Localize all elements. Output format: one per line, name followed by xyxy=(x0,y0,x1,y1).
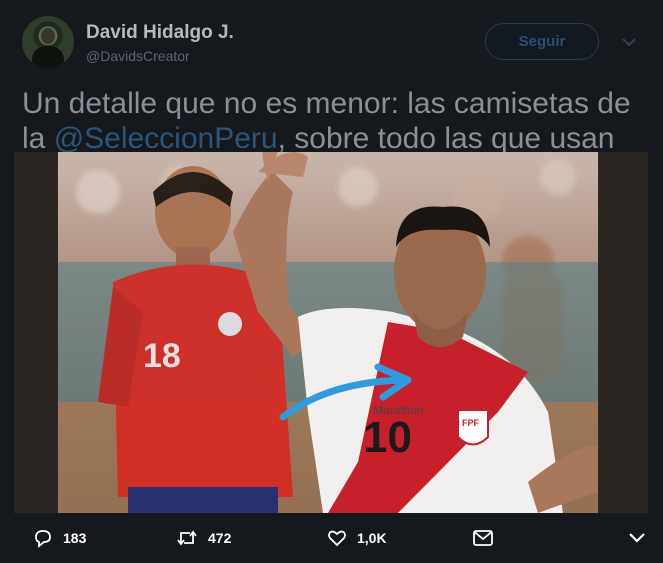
author-handle[interactable]: @DavidsCreator xyxy=(86,48,190,64)
mention-link[interactable]: @SeleccionPeru xyxy=(54,122,278,155)
tweet-header: David Hidalgo J. @DavidsCreator Seguir xyxy=(0,0,663,90)
tweet-text-line1: Un detalle que no es menor: las camiseta… xyxy=(22,87,631,120)
peru-jersey-number: 10 xyxy=(363,413,412,462)
more-button[interactable] xyxy=(627,513,647,563)
avatar[interactable] xyxy=(22,16,74,68)
chevron-down-icon xyxy=(629,533,645,543)
retweet-icon xyxy=(177,530,197,546)
reply-icon xyxy=(35,530,51,548)
tweet-actions: 183 472 1,0K xyxy=(0,513,663,563)
like-button[interactable]: 1,0K xyxy=(327,513,387,563)
crest-letters: FPF xyxy=(462,418,480,428)
message-icon xyxy=(473,530,493,546)
reply-count: 183 xyxy=(63,530,87,546)
tweet-text-suffix: , sobre todo las que usan xyxy=(277,122,615,155)
message-button[interactable] xyxy=(472,513,494,563)
tweet-text: Un detalle que no es menor: las camiseta… xyxy=(22,86,652,156)
chevron-down-icon[interactable] xyxy=(620,36,638,48)
photo[interactable]: 18 10 Marathon FPF xyxy=(58,152,598,513)
photo-illustration: 18 10 Marathon FPF xyxy=(58,152,598,513)
like-icon xyxy=(328,530,346,547)
brand-text: Marathon xyxy=(373,403,424,417)
like-count: 1,0K xyxy=(357,530,387,546)
tweet-text-prefix: la xyxy=(22,122,54,155)
follow-button[interactable]: Seguir xyxy=(485,23,599,60)
tweet-media[interactable]: 18 10 Marathon FPF xyxy=(14,152,648,513)
reply-button[interactable]: 183 xyxy=(33,513,86,563)
avatar-head xyxy=(41,28,55,44)
retweet-count: 472 xyxy=(208,530,232,546)
retweet-button[interactable]: 472 xyxy=(176,513,231,563)
author-name[interactable]: David Hidalgo J. xyxy=(86,22,234,44)
chile-jersey-number: 18 xyxy=(143,337,181,375)
avatar-body xyxy=(32,46,64,68)
